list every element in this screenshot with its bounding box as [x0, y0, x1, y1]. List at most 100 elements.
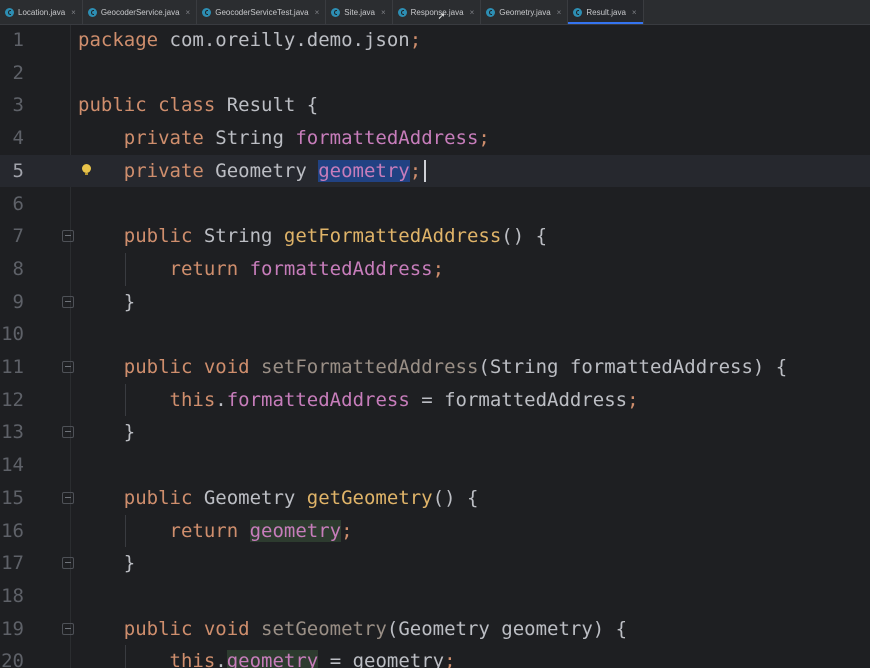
code-text: return geometry;: [78, 515, 353, 548]
lightbulb-icon[interactable]: [82, 163, 91, 175]
line-number: 1: [12, 29, 24, 51]
code-line[interactable]: 16 return geometry;: [0, 515, 870, 548]
code-token: public: [123, 225, 204, 248]
code-line[interactable]: 20 this.geometry = geometry;: [0, 645, 870, 668]
code-line[interactable]: 13 }: [0, 416, 870, 449]
code-token: return: [169, 257, 250, 280]
code-line[interactable]: 15 public Geometry getGeometry() {: [0, 482, 870, 515]
code-line[interactable]: 7 public String getFormattedAddress() {: [0, 220, 870, 253]
code-token: Result {: [226, 94, 319, 117]
code-text: this.formattedAddress = formattedAddress…: [78, 384, 639, 417]
code-text: public void setFormattedAddress(String f…: [78, 351, 787, 384]
code-token: this: [169, 388, 216, 411]
java-class-icon: [573, 7, 583, 17]
editor-tab[interactable]: Geometry.java ×: [481, 0, 569, 24]
line-number: 20: [1, 650, 24, 668]
code-line[interactable]: 18: [0, 580, 870, 613]
close-icon[interactable]: ×: [71, 8, 76, 17]
editor-tab[interactable]: Response.java ×: [393, 0, 482, 24]
code-line[interactable]: 8 return formattedAddress;: [0, 253, 870, 286]
code-line[interactable]: 10: [0, 318, 870, 351]
close-icon[interactable]: ×: [186, 8, 191, 17]
ide-window: Location.java × GeocoderService.java × Geoco…: [0, 0, 870, 668]
line-number: 10: [1, 323, 24, 346]
editor-tab[interactable]: Location.java ×: [0, 0, 83, 24]
code-text: package com.oreilly.demo.json;: [78, 24, 421, 57]
close-icon[interactable]: ×: [470, 8, 475, 17]
line-number: 6: [12, 192, 24, 215]
code-token: String: [215, 127, 296, 150]
code-token: public: [123, 486, 204, 509]
code-line[interactable]: 3 public class Result {: [0, 89, 870, 122]
code-token: () {: [432, 486, 479, 509]
java-class-icon: [486, 7, 496, 17]
code-token: public class: [78, 94, 227, 117]
code-text: private Geometry geometry;: [78, 155, 421, 188]
line-number: 3: [12, 94, 24, 117]
fold-marker-icon[interactable]: [62, 295, 74, 308]
close-icon[interactable]: ×: [315, 8, 320, 17]
code-token: setGeometry: [261, 617, 387, 640]
fold-marker-icon[interactable]: [62, 622, 74, 635]
close-icon[interactable]: ×: [557, 8, 562, 17]
code-token: private: [123, 127, 216, 150]
fold-marker-icon[interactable]: [62, 491, 74, 504]
code-line[interactable]: 9 }: [0, 286, 870, 319]
code-token: = geometry: [318, 650, 445, 668]
tab-label: Site.java: [344, 7, 375, 17]
code-line[interactable]: 14: [0, 449, 870, 482]
code-line[interactable]: 19 public void setGeometry(Geometry geom…: [0, 613, 870, 646]
tab-label: Location.java: [18, 7, 66, 17]
code-line[interactable]: 17 }: [0, 547, 870, 580]
code-token: com.oreilly.demo.json: [169, 29, 410, 51]
editor-tab[interactable]: GeocoderService.java ×: [83, 0, 198, 24]
editor-tab[interactable]: GeocoderServiceTest.java ×: [197, 0, 327, 24]
line-number: 19: [1, 617, 24, 640]
fold-marker-icon[interactable]: [62, 230, 74, 243]
code-line[interactable]: 5 private Geometry geometry;: [0, 154, 870, 188]
code-token: package: [78, 29, 170, 51]
fold-marker-icon[interactable]: [62, 426, 74, 439]
code-token: setFormattedAddress: [261, 356, 479, 378]
code-token: Geometry: [215, 159, 319, 182]
line-number: 11: [1, 356, 24, 378]
close-icon[interactable]: ×: [632, 8, 637, 17]
code-line[interactable]: 6: [0, 188, 870, 221]
code-text: }: [78, 416, 135, 449]
code-token: private: [123, 159, 216, 182]
code-token: String: [203, 225, 284, 248]
code-line[interactable]: 2: [0, 57, 870, 90]
code-token: formattedAddress: [226, 388, 410, 411]
java-class-icon: [331, 7, 341, 17]
code-token: () {: [501, 225, 548, 248]
line-number: 5: [12, 159, 24, 182]
code-line[interactable]: 11 public void setFormattedAddress(Strin…: [0, 351, 870, 384]
code-line[interactable]: 4 private String formattedAddress;: [0, 122, 870, 155]
fold-marker-icon[interactable]: [62, 557, 74, 570]
code-token: }: [78, 290, 136, 313]
fold-marker-icon[interactable]: [62, 361, 74, 373]
close-icon[interactable]: ×: [381, 8, 386, 17]
indent-guide: [125, 514, 126, 548]
code-token: = formattedAddress: [409, 388, 628, 411]
code-editor[interactable]: 1 package com.oreilly.demo.json; 2 3 public …: [0, 25, 870, 668]
mouse-pointer-icon: ➚: [438, 10, 445, 23]
editor-tab[interactable]: Site.java ×: [326, 0, 393, 24]
code-line[interactable]: 1 package com.oreilly.demo.json;: [0, 24, 870, 57]
code-token: ;: [409, 29, 422, 51]
line-number: 9: [12, 290, 24, 313]
tab-bar-empty-space: [644, 0, 870, 24]
editor-tab[interactable]: Result.java ×: [568, 0, 644, 24]
code-token: }: [78, 421, 136, 444]
code-token: return: [169, 519, 250, 542]
code-text: }: [78, 547, 135, 580]
line-number: 13: [1, 421, 24, 444]
editor-tab-bar: Location.java × GeocoderService.java × Geoco…: [0, 0, 870, 25]
code-line[interactable]: 12 this.formattedAddress = formattedAddr…: [0, 384, 870, 417]
